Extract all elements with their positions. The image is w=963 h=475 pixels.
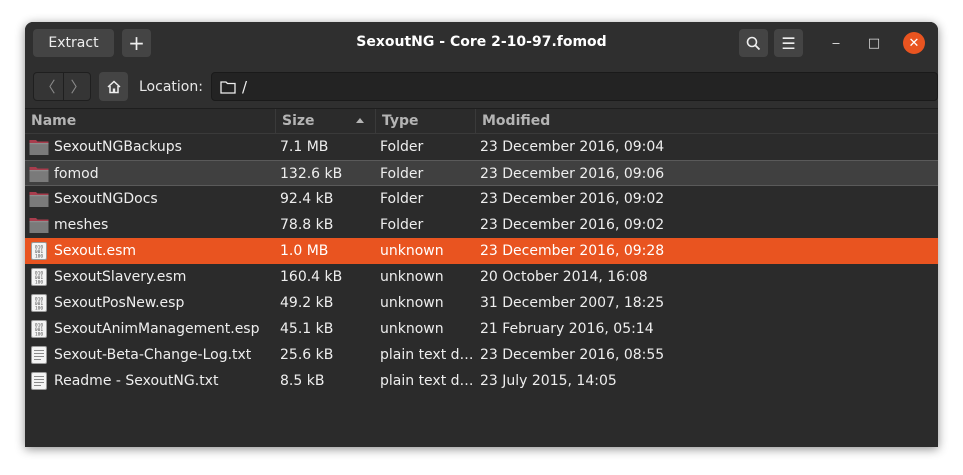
file-row[interactable]: Sexout-Beta-Change-Log.txt 25.6 kB plain… bbox=[25, 342, 938, 368]
column-header-size-label: Size bbox=[282, 113, 315, 129]
file-row[interactable]: SexoutNGBackups 7.1 MB Folder 23 Decembe… bbox=[25, 134, 938, 160]
column-header-name[interactable]: Name bbox=[25, 109, 275, 133]
file-modified: 20 October 2014, 16:08 bbox=[480, 269, 648, 285]
file-type: plain text d… bbox=[380, 373, 474, 389]
file-name: meshes bbox=[54, 217, 109, 233]
home-button[interactable] bbox=[99, 72, 128, 101]
file-name: Sexout-Beta-Change-Log.txt bbox=[54, 347, 252, 363]
close-button[interactable]: ✕ bbox=[903, 32, 925, 54]
svg-text:100: 100 bbox=[35, 254, 44, 260]
forward-button[interactable]: 〉 bbox=[63, 73, 92, 100]
file-type: plain text d… bbox=[380, 347, 474, 363]
home-icon bbox=[106, 79, 121, 93]
file-size: 92.4 kB bbox=[280, 191, 334, 207]
back-button[interactable]: 〈 bbox=[34, 73, 62, 100]
file-name: Readme - SexoutNG.txt bbox=[54, 373, 219, 389]
file-name: fomod bbox=[54, 166, 99, 182]
text-file-icon bbox=[29, 346, 49, 364]
file-name: SexoutNGDocs bbox=[54, 191, 158, 207]
file-size: 132.6 kB bbox=[280, 166, 343, 182]
svg-text:100: 100 bbox=[35, 280, 44, 286]
file-type: Folder bbox=[380, 217, 424, 233]
file-modified: 23 December 2016, 09:02 bbox=[480, 217, 665, 233]
column-header-row: Name Size Type Modified bbox=[25, 109, 938, 134]
file-modified: 23 December 2016, 09:04 bbox=[480, 139, 665, 155]
file-row-selected[interactable]: 010 001 100 Sexout.esm 1.0 MB unknown 23 D… bbox=[25, 238, 938, 264]
binary-file-icon: 010 001 100 bbox=[29, 294, 49, 312]
file-size: 160.4 kB bbox=[280, 269, 343, 285]
svg-text:100: 100 bbox=[35, 306, 44, 312]
file-modified: 23 December 2016, 09:02 bbox=[480, 191, 665, 207]
file-type: unknown bbox=[380, 269, 444, 285]
sort-ascending-icon bbox=[356, 118, 364, 123]
svg-text:100: 100 bbox=[35, 332, 44, 338]
file-type: unknown bbox=[380, 295, 444, 311]
file-type: Folder bbox=[380, 166, 424, 182]
file-type: Folder bbox=[380, 139, 424, 155]
file-row[interactable]: meshes 78.8 kB Folder 23 December 2016, … bbox=[25, 212, 938, 238]
file-name: SexoutNGBackups bbox=[54, 139, 182, 155]
file-size: 78.8 kB bbox=[280, 217, 334, 233]
binary-file-icon: 010 001 100 bbox=[29, 320, 49, 338]
menu-button[interactable]: ☰ bbox=[774, 29, 803, 57]
column-header-modified[interactable]: Modified bbox=[475, 109, 938, 133]
file-name: Sexout.esm bbox=[54, 243, 137, 259]
location-toolbar: 〈 〉 Location: / bbox=[25, 65, 938, 109]
file-name: SexoutPosNew.esp bbox=[54, 295, 185, 311]
file-modified: 23 December 2016, 09:28 bbox=[480, 243, 665, 259]
file-size: 49.2 kB bbox=[280, 295, 334, 311]
search-button[interactable] bbox=[739, 29, 768, 57]
folder-icon bbox=[29, 165, 49, 183]
file-modified: 23 December 2016, 08:55 bbox=[480, 347, 665, 363]
file-type: unknown bbox=[380, 321, 444, 337]
file-type: unknown bbox=[380, 243, 444, 259]
location-path: / bbox=[242, 77, 248, 96]
location-field[interactable]: / bbox=[211, 72, 938, 101]
folder-icon bbox=[29, 190, 49, 208]
maximize-button[interactable]: □ bbox=[863, 32, 885, 54]
file-modified: 21 February 2016, 05:14 bbox=[480, 321, 654, 337]
file-row[interactable]: 010 001 100 SexoutAnimManagement.esp 45.1 … bbox=[25, 316, 938, 342]
text-file-icon bbox=[29, 372, 49, 390]
folder-outline-icon bbox=[220, 80, 236, 94]
binary-file-icon: 010 001 100 bbox=[29, 268, 49, 286]
navigation-group: 〈 〉 bbox=[33, 72, 91, 101]
file-size: 25.6 kB bbox=[280, 347, 334, 363]
file-size: 1.0 MB bbox=[280, 243, 329, 259]
file-modified: 23 December 2016, 09:06 bbox=[480, 166, 665, 182]
title-bar: Extract + SexoutNG - Core 2-10-97.fomod … bbox=[25, 22, 938, 65]
file-name: SexoutSlavery.esm bbox=[54, 269, 187, 285]
file-type: Folder bbox=[380, 191, 424, 207]
minimize-button[interactable]: ‒ bbox=[825, 32, 847, 54]
file-row[interactable]: 010 001 100 SexoutPosNew.esp 49.2 kB unkno… bbox=[25, 290, 938, 316]
file-size: 8.5 kB bbox=[280, 373, 325, 389]
folder-icon bbox=[29, 138, 49, 156]
file-row[interactable]: fomod 132.6 kB Folder 23 December 2016, … bbox=[25, 160, 938, 186]
search-icon bbox=[746, 36, 761, 50]
file-row[interactable]: 010 001 100 SexoutSlavery.esm 160.4 kB unk… bbox=[25, 264, 938, 290]
archive-manager-window: Extract + SexoutNG - Core 2-10-97.fomod … bbox=[25, 22, 938, 447]
file-size: 45.1 kB bbox=[280, 321, 334, 337]
file-size: 7.1 MB bbox=[280, 139, 329, 155]
file-name: SexoutAnimManagement.esp bbox=[54, 321, 260, 337]
binary-file-icon: 010 001 100 bbox=[29, 242, 49, 260]
file-row[interactable]: SexoutNGDocs 92.4 kB Folder 23 December … bbox=[25, 186, 938, 212]
file-modified: 23 July 2015, 14:05 bbox=[480, 373, 617, 389]
file-list: SexoutNGBackups 7.1 MB Folder 23 Decembe… bbox=[25, 134, 938, 394]
column-header-type[interactable]: Type bbox=[375, 109, 475, 133]
location-label: Location: bbox=[139, 79, 203, 95]
file-modified: 31 December 2007, 18:25 bbox=[480, 295, 665, 311]
file-row[interactable]: Readme - SexoutNG.txt 8.5 kB plain text … bbox=[25, 368, 938, 394]
folder-icon bbox=[29, 216, 49, 234]
column-header-size[interactable]: Size bbox=[275, 109, 375, 133]
